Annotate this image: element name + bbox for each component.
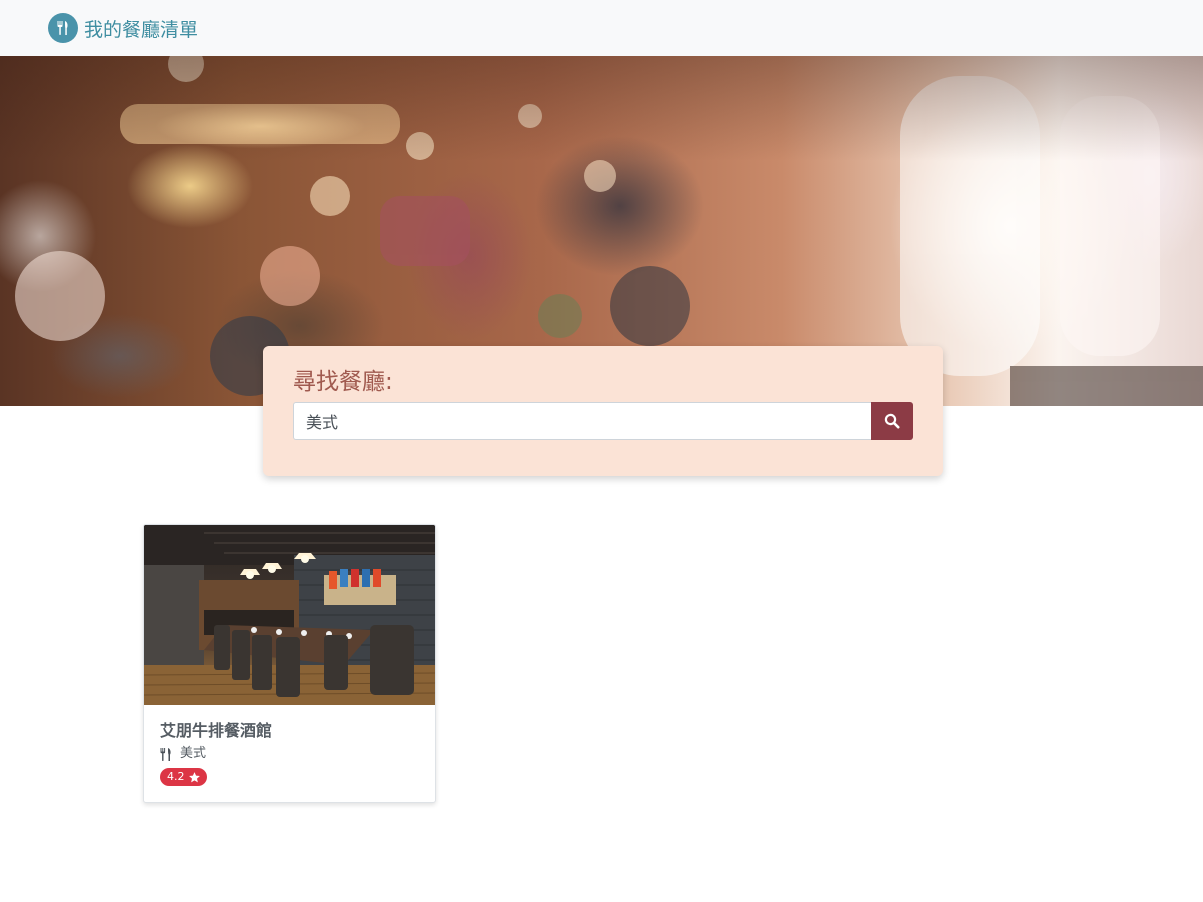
navbar: 我的餐廳清單 xyxy=(0,0,1203,56)
restaurant-category: 美式 xyxy=(160,745,419,763)
search-icon xyxy=(884,413,900,429)
search-heading: 尋找餐廳: xyxy=(293,369,393,395)
brand-link[interactable]: 我的餐廳清單 xyxy=(48,13,198,43)
restaurant-card[interactable]: 艾朋牛排餐酒館 美式 4.2 xyxy=(143,524,436,803)
brand-title: 我的餐廳清單 xyxy=(84,18,199,41)
restaurant-card-body: 艾朋牛排餐酒館 美式 4.2 xyxy=(144,705,435,786)
restaurant-name: 艾朋牛排餐酒館 xyxy=(160,721,273,740)
utensils-icon xyxy=(160,747,172,761)
search-input[interactable] xyxy=(293,402,871,440)
search-panel: 尋找餐廳: xyxy=(263,346,943,476)
restaurant-category-label: 美式 xyxy=(180,746,207,761)
star-icon xyxy=(188,771,201,784)
rating-value: 4.2 xyxy=(167,770,185,783)
search-button[interactable] xyxy=(871,402,913,440)
rating-badge: 4.2 xyxy=(160,768,207,786)
search-form xyxy=(293,402,913,440)
restaurant-image xyxy=(144,525,435,705)
utensils-icon xyxy=(48,13,78,43)
